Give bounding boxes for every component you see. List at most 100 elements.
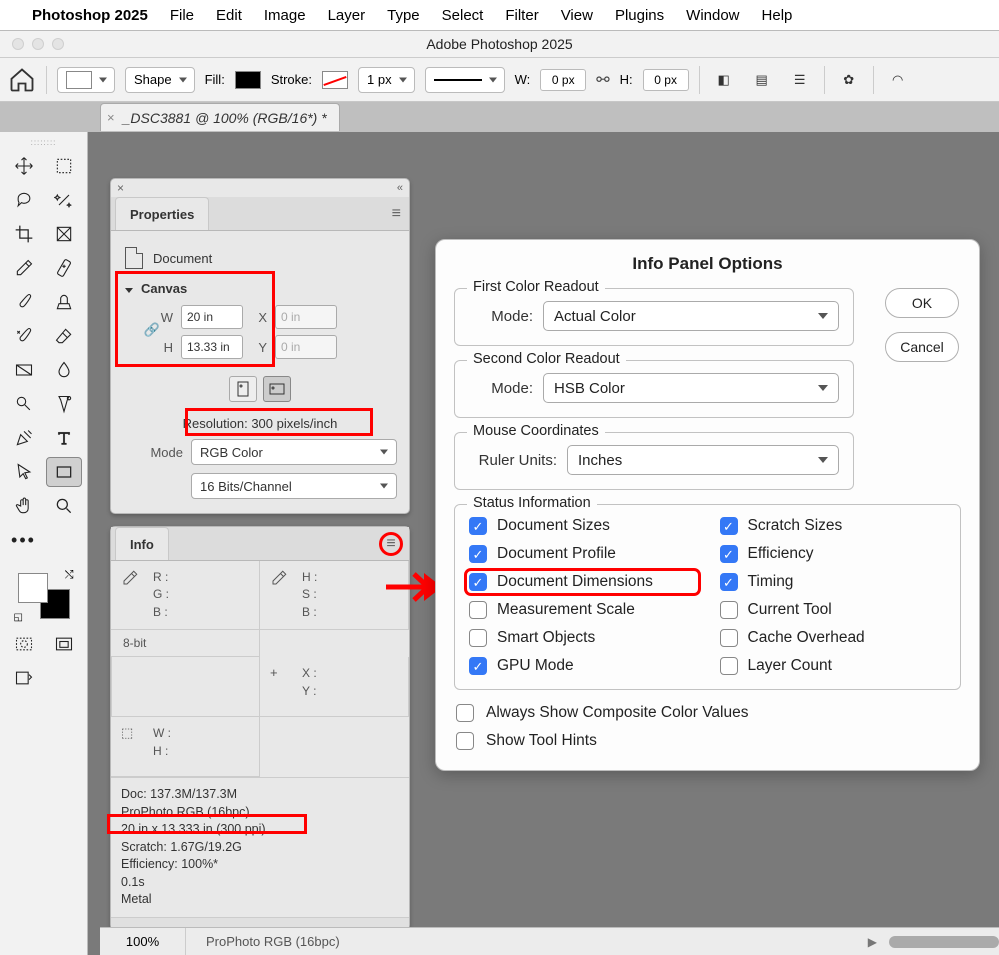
panel-menu-icon[interactable]: ≡ <box>392 205 401 223</box>
app-name[interactable]: Photoshop 2025 <box>32 7 148 24</box>
checkbox-icon[interactable] <box>456 732 474 750</box>
link-wh-icon[interactable]: ⚯ <box>596 70 609 90</box>
status-item-checkbox[interactable]: Scratch Sizes <box>720 517 947 535</box>
panel-grip[interactable]: :::::::: <box>6 138 81 147</box>
menu-file[interactable]: File <box>170 7 194 24</box>
path-selection-tool[interactable] <box>6 457 42 487</box>
align-icon[interactable]: ▤ <box>748 66 776 94</box>
quick-mask-tool[interactable] <box>6 629 42 659</box>
foreground-color[interactable] <box>18 573 48 603</box>
document-tab[interactable]: × _DSC3881 @ 100% (RGB/16*) * <box>100 103 340 131</box>
blur-tool[interactable] <box>46 355 82 385</box>
info-panel-menu-icon[interactable]: ≡ <box>386 535 395 553</box>
status-item-checkbox[interactable]: Measurement Scale <box>469 601 696 619</box>
checkbox-icon[interactable] <box>469 601 487 619</box>
info-tab[interactable]: Info <box>115 527 169 560</box>
menu-image[interactable]: Image <box>264 7 306 24</box>
radius-icon[interactable]: ◠ <box>884 66 912 94</box>
stroke-swatch[interactable] <box>322 71 348 89</box>
dodge-tool[interactable] <box>6 389 42 419</box>
status-item-checkbox[interactable]: Document Profile <box>469 545 696 563</box>
stroke-width-dropdown[interactable]: 1 px <box>358 67 415 93</box>
tool-preset-swatch[interactable] <box>57 67 115 93</box>
menu-help[interactable]: Help <box>762 7 793 24</box>
status-item-checkbox[interactable]: Timing <box>720 573 947 591</box>
close-tab-icon[interactable]: × <box>107 110 115 125</box>
marquee-tool[interactable] <box>46 151 82 181</box>
menu-select[interactable]: Select <box>442 7 484 24</box>
properties-tab[interactable]: Properties <box>115 197 209 230</box>
gear-icon[interactable]: ✿ <box>835 66 863 94</box>
checkbox-icon[interactable] <box>469 573 487 591</box>
remove-tool[interactable] <box>46 389 82 419</box>
lasso-tool[interactable] <box>6 185 42 215</box>
checkbox-icon[interactable] <box>720 517 738 535</box>
zoom-level[interactable]: 100% <box>100 928 186 955</box>
status-flyout-icon[interactable]: ▶ <box>868 935 877 949</box>
pen-tool[interactable] <box>6 423 42 453</box>
status-item-checkbox[interactable]: Current Tool <box>720 601 947 619</box>
default-colors-icon[interactable]: ◱ <box>14 612 23 623</box>
screen-mode-tool[interactable] <box>46 629 82 659</box>
checkbox-icon[interactable] <box>469 517 487 535</box>
first-mode-dropdown[interactable]: Actual Color <box>543 301 839 331</box>
orientation-portrait[interactable] <box>229 376 257 402</box>
status-text[interactable]: ProPhoto RGB (16bpc) <box>186 934 340 949</box>
path-ops-icon[interactable]: ◧ <box>710 66 738 94</box>
status-item-checkbox[interactable]: Document Sizes <box>469 517 696 535</box>
canvas-width-field[interactable]: 20 in <box>181 305 243 329</box>
horizontal-scrollbar[interactable] <box>889 936 999 948</box>
status-item-checkbox[interactable]: Smart Objects <box>469 629 696 647</box>
crop-tool[interactable] <box>6 219 42 249</box>
menu-window[interactable]: Window <box>686 7 739 24</box>
menu-filter[interactable]: Filter <box>505 7 538 24</box>
checkbox-icon[interactable] <box>469 657 487 675</box>
panel-collapse-icon[interactable]: « <box>397 182 403 194</box>
checkbox-icon[interactable] <box>720 629 738 647</box>
menu-edit[interactable]: Edit <box>216 7 242 24</box>
always-show-checkbox[interactable]: Always Show Composite Color Values <box>456 704 961 722</box>
orientation-landscape[interactable] <box>263 376 291 402</box>
checkbox-icon[interactable] <box>720 573 738 591</box>
checkbox-icon[interactable] <box>720 601 738 619</box>
tool-mode-dropdown[interactable]: Shape <box>125 67 195 93</box>
cancel-button[interactable]: Cancel <box>885 332 959 362</box>
panel-close-icon[interactable]: × <box>117 181 124 195</box>
status-item-checkbox[interactable]: Document Dimensions <box>469 573 696 591</box>
height-field[interactable] <box>643 69 689 91</box>
healing-brush-tool[interactable] <box>46 253 82 283</box>
brush-tool[interactable] <box>6 287 42 317</box>
status-item-checkbox[interactable]: GPU Mode <box>469 657 696 675</box>
more-tools[interactable]: ••• <box>6 525 42 555</box>
menu-plugins[interactable]: Plugins <box>615 7 664 24</box>
canvas-height-field[interactable]: 13.33 in <box>181 335 243 359</box>
foreground-background-colors[interactable]: ⤭ ◱ <box>14 569 74 623</box>
checkbox-icon[interactable] <box>469 545 487 563</box>
eraser-tool[interactable] <box>46 321 82 351</box>
gradient-tool[interactable] <box>6 355 42 385</box>
ruler-units-dropdown[interactable]: Inches <box>567 445 839 475</box>
checkbox-icon[interactable] <box>469 629 487 647</box>
fill-swatch[interactable] <box>235 71 261 89</box>
hand-tool[interactable] <box>6 491 42 521</box>
history-brush-tool[interactable] <box>6 321 42 351</box>
frame-tool[interactable] <box>46 219 82 249</box>
rectangle-tool[interactable] <box>46 457 82 487</box>
checkbox-icon[interactable] <box>720 545 738 563</box>
swap-colors-icon[interactable]: ⤭ <box>65 569 74 582</box>
eyedropper-tool[interactable] <box>6 253 42 283</box>
edit-toolbar[interactable] <box>6 663 42 693</box>
clone-stamp-tool[interactable] <box>46 287 82 317</box>
status-item-checkbox[interactable]: Cache Overhead <box>720 629 947 647</box>
traffic-lights[interactable] <box>12 38 64 50</box>
arrange-icon[interactable]: ☰ <box>786 66 814 94</box>
status-item-checkbox[interactable]: Layer Count <box>720 657 947 675</box>
menu-layer[interactable]: Layer <box>328 7 366 24</box>
checkbox-icon[interactable] <box>720 657 738 675</box>
zoom-tool[interactable] <box>46 491 82 521</box>
magic-wand-tool[interactable] <box>46 185 82 215</box>
stroke-style-dropdown[interactable] <box>425 67 505 93</box>
bit-depth-dropdown[interactable]: 16 Bits/Channel <box>191 473 397 499</box>
second-mode-dropdown[interactable]: HSB Color <box>543 373 839 403</box>
menu-view[interactable]: View <box>561 7 593 24</box>
